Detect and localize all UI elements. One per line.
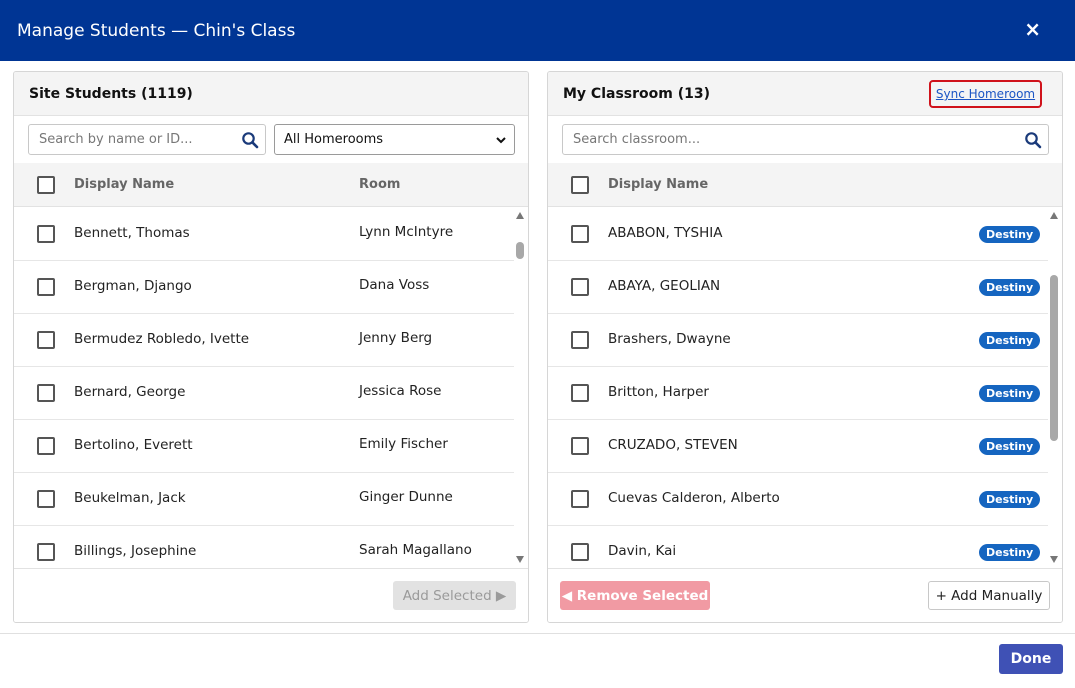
table-row[interactable]: Beukelman, Jack Ginger Dunne	[14, 473, 514, 526]
search-icon[interactable]	[1024, 131, 1042, 149]
row-checkbox[interactable]	[571, 278, 589, 296]
table-row[interactable]: Bergman, Django Dana Voss	[14, 261, 514, 314]
my-classroom-panel: My Classroom (13) Sync Homeroom Display …	[547, 71, 1063, 623]
scrollbar-thumb[interactable]	[516, 242, 524, 259]
table-row[interactable]: Brashers, Dwayne Destiny	[548, 314, 1048, 367]
student-name: Brashers, Dwayne	[608, 331, 731, 347]
scroll-up-arrow[interactable]	[1050, 212, 1058, 219]
row-checkbox[interactable]	[571, 437, 589, 455]
row-checkbox[interactable]	[571, 384, 589, 402]
row-checkbox[interactable]	[37, 437, 55, 455]
column-display-name: Display Name	[74, 177, 175, 192]
row-checkbox[interactable]	[571, 543, 589, 561]
row-checkbox[interactable]	[37, 543, 55, 561]
site-students-table-header: Display Name Room	[14, 163, 528, 207]
student-name: Bernard, George	[74, 384, 186, 400]
scroll-up-arrow[interactable]	[516, 212, 524, 219]
sync-homeroom-link[interactable]: Sync Homeroom	[929, 80, 1042, 108]
table-row[interactable]: Billings, Josephine Sarah Magallano	[14, 526, 514, 568]
student-room: Lynn McIntyre	[359, 224, 454, 240]
my-classroom-title: My Classroom (13)	[563, 85, 710, 102]
scrollbar-thumb[interactable]	[1050, 275, 1058, 441]
done-button[interactable]: Done	[999, 644, 1063, 674]
my-classroom-footer: ◀ Remove Selected + Add Manually	[548, 568, 1062, 622]
student-name: Britton, Harper	[608, 384, 709, 400]
student-name: Bennett, Thomas	[74, 225, 190, 241]
table-row[interactable]: Britton, Harper Destiny	[548, 367, 1048, 420]
dialog-header: Manage Students — Chin's Class ×	[0, 0, 1075, 61]
destiny-badge: Destiny	[979, 226, 1041, 243]
table-row[interactable]: Bennett, Thomas Lynn McIntyre	[14, 208, 514, 261]
table-row[interactable]: Bermudez Robledo, Ivette Jenny Berg	[14, 314, 514, 367]
site-students-footer: Add Selected ▶	[14, 568, 528, 622]
student-name: Bergman, Django	[74, 278, 192, 294]
student-room: Ginger Dunne	[359, 489, 453, 505]
student-name: Cuevas Calderon, Alberto	[608, 490, 780, 506]
scroll-down-arrow[interactable]	[1050, 556, 1058, 563]
scroll-down-arrow[interactable]	[516, 556, 524, 563]
classroom-search-box[interactable]	[562, 124, 1049, 155]
destiny-badge: Destiny	[979, 332, 1041, 349]
footer-divider	[0, 633, 1075, 634]
site-students-title: Site Students (1119)	[29, 85, 193, 102]
table-row[interactable]: ABAYA, GEOLIAN Destiny	[548, 261, 1048, 314]
student-name: Davin, Kai	[608, 543, 677, 559]
remove-selected-button[interactable]: ◀ Remove Selected	[560, 581, 710, 610]
column-display-name: Display Name	[608, 177, 709, 192]
student-name: Billings, Josephine	[74, 543, 197, 559]
homeroom-select-value: All Homerooms	[284, 132, 384, 147]
student-name: ABABON, TYSHIA	[608, 225, 723, 241]
student-name: Bermudez Robledo, Ivette	[74, 331, 250, 347]
search-icon[interactable]	[241, 131, 259, 149]
student-room: Jessica Rose	[359, 383, 442, 399]
destiny-badge: Destiny	[979, 491, 1041, 508]
dialog-title: Manage Students — Chin's Class	[17, 20, 296, 41]
site-search-box[interactable]	[28, 124, 266, 155]
destiny-badge: Destiny	[979, 438, 1041, 455]
add-selected-button[interactable]: Add Selected ▶	[393, 581, 516, 610]
my-classroom-header: My Classroom (13) Sync Homeroom	[548, 72, 1062, 116]
row-checkbox[interactable]	[37, 278, 55, 296]
student-room: Sarah Magallano	[359, 542, 472, 558]
close-icon[interactable]: ×	[1024, 18, 1041, 40]
table-row[interactable]: Bernard, George Jessica Rose	[14, 367, 514, 420]
row-checkbox[interactable]	[571, 490, 589, 508]
table-row[interactable]: Davin, Kai Destiny	[548, 526, 1048, 568]
student-room: Jenny Berg	[359, 330, 433, 346]
row-checkbox[interactable]	[571, 331, 589, 349]
site-students-list: Bennett, Thomas Lynn McIntyre Bergman, D…	[14, 208, 514, 568]
my-classroom-table-header: Display Name	[548, 163, 1062, 207]
table-row[interactable]: CRUZADO, STEVEN Destiny	[548, 420, 1048, 473]
destiny-badge: Destiny	[979, 385, 1041, 402]
site-students-panel: Site Students (1119) All Homerooms Displ…	[13, 71, 529, 623]
classroom-search-input[interactable]	[573, 132, 1048, 147]
student-name: ABAYA, GEOLIAN	[608, 278, 721, 294]
table-row[interactable]: ABABON, TYSHIA Destiny	[548, 208, 1048, 261]
row-checkbox[interactable]	[37, 490, 55, 508]
select-all-checkbox[interactable]	[37, 176, 55, 194]
row-checkbox[interactable]	[37, 225, 55, 243]
my-classroom-list: ABABON, TYSHIA Destiny ABAYA, GEOLIAN De…	[548, 208, 1048, 568]
row-checkbox[interactable]	[571, 225, 589, 243]
table-row[interactable]: Bertolino, Everett Emily Fischer	[14, 420, 514, 473]
row-checkbox[interactable]	[37, 331, 55, 349]
student-name: CRUZADO, STEVEN	[608, 437, 738, 453]
row-checkbox[interactable]	[37, 384, 55, 402]
site-students-header: Site Students (1119)	[14, 72, 528, 116]
student-room: Emily Fischer	[359, 436, 448, 452]
student-name: Bertolino, Everett	[74, 437, 193, 453]
select-all-checkbox[interactable]	[571, 176, 589, 194]
destiny-badge: Destiny	[979, 279, 1041, 296]
student-name: Beukelman, Jack	[74, 490, 186, 506]
site-search-input[interactable]	[39, 132, 265, 147]
chevron-down-icon	[496, 137, 506, 144]
student-room: Dana Voss	[359, 277, 430, 293]
column-room: Room	[359, 177, 401, 192]
destiny-badge: Destiny	[979, 544, 1041, 561]
homeroom-select[interactable]: All Homerooms	[274, 124, 515, 155]
add-manually-button[interactable]: + Add Manually	[928, 581, 1050, 610]
table-row[interactable]: Cuevas Calderon, Alberto Destiny	[548, 473, 1048, 526]
